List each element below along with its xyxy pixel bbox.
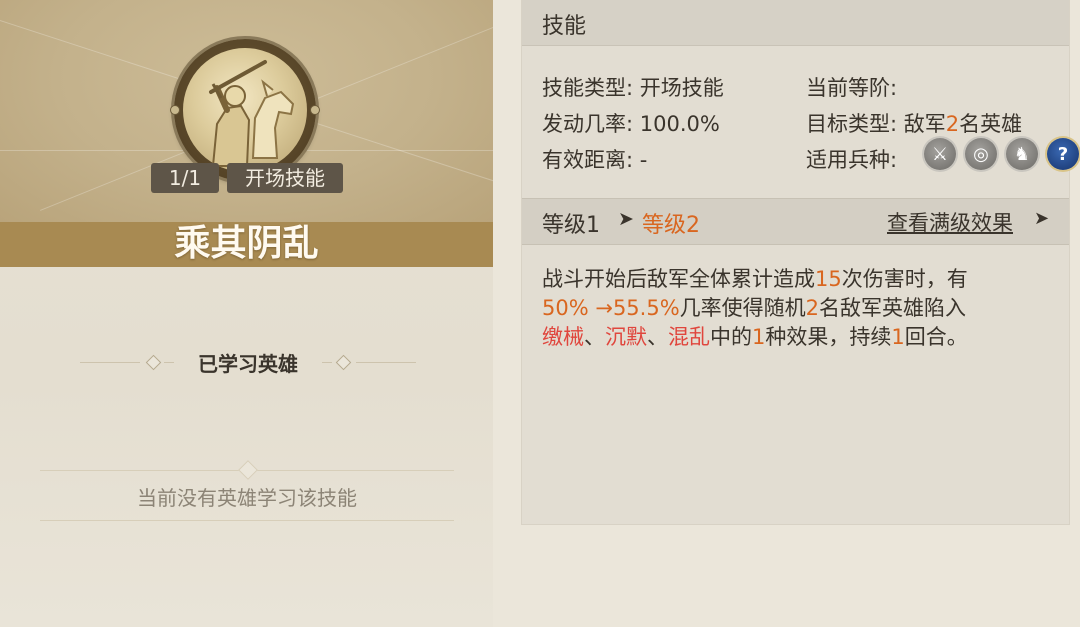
description-line: 战斗开始后敌军全体累计造成15次伤害时，有 <box>542 267 968 291</box>
emblem-knot <box>170 105 180 115</box>
level-bar: 等级1 ➤ 等级2 查看满级效果 ➤ <box>522 198 1069 245</box>
trigger-rate-row: 发动几率: 100.0% <box>542 108 720 138</box>
effective-range-label: 有效距离: <box>542 148 634 172</box>
skill-card-header: 1/1 开场技能 <box>0 0 493 222</box>
description-line: 50% →55.5%几率使得随机2名敌军英雄陷入 <box>542 296 967 320</box>
skill-type-value: 开场技能 <box>639 76 724 100</box>
troop-type-label: 适用兵种: <box>806 148 898 172</box>
description-line: 缴械、沉默、混乱中的1种效果，持续1回合。 <box>542 325 968 349</box>
knight-on-horse-icon <box>183 48 307 172</box>
effective-range-row: 有效距离: - <box>542 144 647 174</box>
emblem-knot <box>310 105 320 115</box>
learned-heroes-heading: 已学习英雄 <box>80 340 416 384</box>
effective-range-value: - <box>639 148 648 172</box>
skill-detail-panel: 技能 技能类型: 开场技能 当前等阶: 发动几率: 100.0% 目标类型: 敌… <box>522 0 1079 524</box>
target-icon[interactable]: ◎ <box>965 138 997 170</box>
view-max-level-link[interactable]: 查看满级效果 <box>887 207 1013 237</box>
arrow-right-icon[interactable]: ➤ <box>1034 208 1049 229</box>
skill-type-row: 技能类型: 开场技能 <box>542 72 724 102</box>
divider-diamond <box>238 460 258 480</box>
panel-header: 技能 <box>522 0 1069 46</box>
skill-description: 战斗开始后敌军全体累计造成15次伤害时，有 50% →55.5%几率使得随机2名… <box>542 265 1042 352</box>
panel-title: 技能 <box>542 14 587 39</box>
target-type-label: 目标类型: <box>806 112 898 136</box>
divider <box>40 520 454 521</box>
skill-type-label: 技能类型: <box>542 76 634 100</box>
empty-state-text: 当前没有英雄学习该技能 <box>137 486 357 510</box>
horse-icon[interactable]: ♞ <box>1006 138 1038 170</box>
arrow-right-icon: ➤ <box>618 208 634 230</box>
skill-name: 乘其阴乱 <box>174 223 319 264</box>
level-from: 等级1 <box>542 213 600 238</box>
skill-type-badge: 开场技能 <box>227 163 343 193</box>
trigger-rate-value: 100.0% <box>639 112 720 136</box>
sword-icon[interactable]: ⚔ <box>924 138 956 170</box>
trigger-rate-label: 发动几率: <box>542 112 634 136</box>
skill-card-panel: 1/1 开场技能 乘其阴乱 已学习英雄 当前没有英雄学习该技能 <box>0 0 493 627</box>
target-type-value: 敌军2名英雄 <box>903 112 1023 136</box>
empty-state: 当前没有英雄学习该技能 <box>40 460 454 526</box>
learned-heroes-label: 已学习英雄 <box>198 352 298 376</box>
skill-emblem-icon <box>170 39 320 181</box>
level-to: 等级2 <box>642 213 700 238</box>
target-type-row: 目标类型: 敌军2名英雄 <box>806 108 1022 138</box>
skill-count-badge: 1/1 <box>151 163 219 193</box>
current-rank-row: 当前等阶: <box>806 72 897 102</box>
current-rank-label: 当前等阶: <box>806 76 898 100</box>
question-icon[interactable]: ? <box>1047 138 1079 170</box>
troop-type-row: 适用兵种: <box>806 144 897 174</box>
